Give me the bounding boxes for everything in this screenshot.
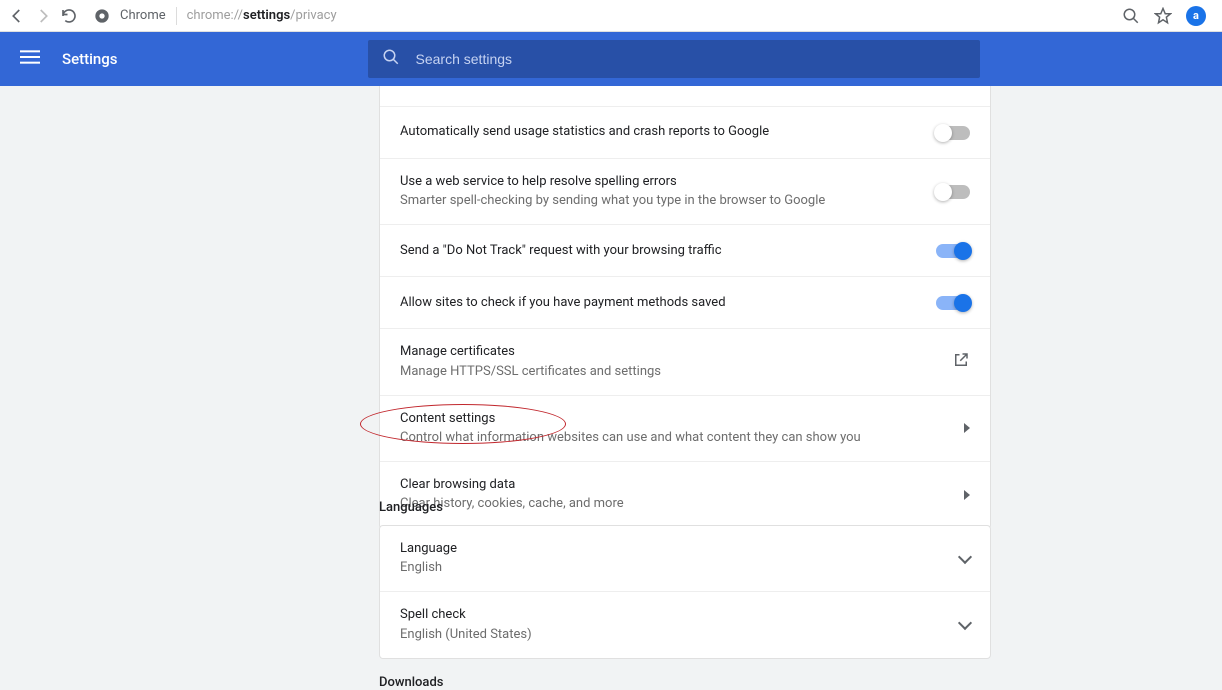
chevron-right-icon <box>964 490 970 500</box>
chevron-down-icon <box>958 550 972 564</box>
address-bar[interactable]: Chrome chrome://settings/privacy <box>94 7 337 25</box>
languages-panel: Language English Spell check English (Un… <box>379 525 991 659</box>
back-button[interactable] <box>8 7 26 25</box>
search-input[interactable] <box>416 51 966 67</box>
toggle-payment-methods[interactable] <box>936 296 970 310</box>
url-text: chrome://settings/privacy <box>187 8 337 23</box>
zoom-icon[interactable] <box>1122 7 1140 25</box>
profile-avatar[interactable]: a <box>1186 6 1206 26</box>
row-subtitle: Smarter spell-checking by sending what y… <box>400 192 936 210</box>
row-subtitle: Clear history, cookies, cache, and more <box>400 495 964 513</box>
row-subtitle: Manage HTTPS/SSL certificates and settin… <box>400 363 952 381</box>
row-language[interactable]: Language English <box>380 526 990 591</box>
reload-button[interactable] <box>60 7 78 25</box>
row-spell-check[interactable]: Spell check English (United States) <box>380 591 990 657</box>
row-title: Language <box>400 540 960 558</box>
site-title: Chrome <box>120 8 166 23</box>
row-manage-certificates[interactable]: Manage certificates Manage HTTPS/SSL cer… <box>380 328 990 394</box>
row-spelling-service[interactable]: Use a web service to help resolve spelli… <box>380 158 990 224</box>
privacy-panel: Automatically send usage statistics and … <box>379 86 991 529</box>
row-usage-stats[interactable]: Automatically send usage statistics and … <box>380 106 990 158</box>
row-title: Allow sites to check if you have payment… <box>400 294 936 312</box>
separator <box>176 7 177 25</box>
chevron-down-icon <box>958 616 972 630</box>
menu-button[interactable] <box>20 47 40 71</box>
search-box[interactable] <box>368 40 980 78</box>
row-clear-browsing-data[interactable]: Clear browsing data Clear history, cooki… <box>380 461 990 527</box>
chevron-right-icon <box>964 423 970 433</box>
row-partial-hidden[interactable] <box>380 86 990 106</box>
row-title: Clear browsing data <box>400 476 964 494</box>
forward-button[interactable] <box>34 7 52 25</box>
settings-header: Settings <box>0 32 1222 86</box>
row-do-not-track[interactable]: Send a "Do Not Track" request with your … <box>380 224 990 276</box>
row-title: Manage certificates <box>400 343 952 361</box>
search-icon <box>382 48 400 70</box>
section-label-languages: Languages <box>379 500 443 515</box>
row-subtitle: English (United States) <box>400 626 960 644</box>
row-content-settings[interactable]: Content settings Control what informatio… <box>380 395 990 461</box>
row-title: Send a "Do Not Track" request with your … <box>400 242 936 260</box>
site-icon <box>94 8 110 24</box>
browser-toolbar: Chrome chrome://settings/privacy a <box>0 0 1222 32</box>
content-area: Automatically send usage statistics and … <box>0 86 1222 690</box>
toggle-usage-stats[interactable] <box>936 126 970 140</box>
row-title: Automatically send usage statistics and … <box>400 123 936 141</box>
row-title: Content settings <box>400 410 964 428</box>
bookmark-star-icon[interactable] <box>1154 7 1172 25</box>
row-subtitle: Control what information websites can us… <box>400 429 964 447</box>
row-payment-methods[interactable]: Allow sites to check if you have payment… <box>380 276 990 328</box>
row-title: Use a web service to help resolve spelli… <box>400 173 936 191</box>
app-title: Settings <box>62 50 118 68</box>
section-label-downloads: Downloads <box>379 675 443 690</box>
row-title: Spell check <box>400 606 960 624</box>
toggle-spelling-service[interactable] <box>936 185 970 199</box>
open-external-icon <box>952 351 970 373</box>
toggle-do-not-track[interactable] <box>936 244 970 258</box>
row-subtitle: English <box>400 559 960 577</box>
